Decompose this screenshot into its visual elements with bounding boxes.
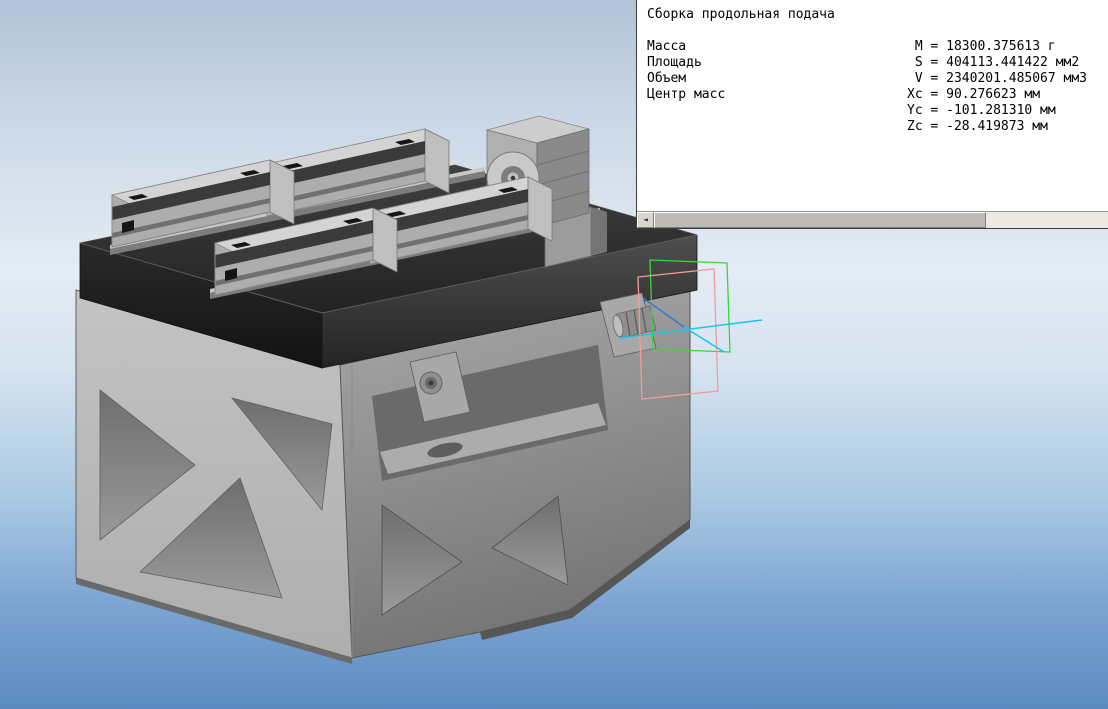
property-label bbox=[647, 119, 907, 135]
property-label bbox=[647, 103, 907, 119]
property-row-center-z: Zc = -28.419873 мм bbox=[647, 119, 1106, 135]
property-value: Yc = -101.281310 мм bbox=[907, 103, 1056, 118]
scroll-left-icon: ◄ bbox=[643, 215, 648, 224]
panel-title: Сборка продольная подача bbox=[647, 7, 835, 22]
property-row-volume: Объем V = 2340201.485067 мм3 bbox=[647, 71, 1106, 87]
property-row-center-y: Yc = -101.281310 мм bbox=[647, 103, 1106, 119]
property-value: Xc = 90.276623 мм bbox=[907, 87, 1041, 102]
mass-properties-panel: Сборка продольная подача Масса M = 18300… bbox=[636, 0, 1108, 229]
scrollbar-thumb[interactable] bbox=[654, 212, 986, 228]
property-row-area: Площадь S = 404113.441422 мм2 bbox=[647, 55, 1106, 71]
property-row-mass: Масса M = 18300.375613 г bbox=[647, 39, 1106, 55]
property-value: M = 18300.375613 г bbox=[907, 39, 1056, 54]
property-label: Масса bbox=[647, 39, 687, 54]
property-value: S = 404113.441422 мм2 bbox=[907, 55, 1080, 70]
scroll-left-button[interactable]: ◄ bbox=[637, 212, 654, 228]
mass-properties-list: Масса M = 18300.375613 г Площадь S = 404… bbox=[647, 39, 1106, 135]
property-label: Центр масс bbox=[647, 87, 726, 102]
property-value: V = 2340201.485067 мм3 bbox=[907, 71, 1088, 86]
property-row-center-x: Центр масс Xc = 90.276623 мм bbox=[647, 87, 1106, 103]
horizontal-scrollbar[interactable]: ◄ bbox=[637, 211, 1108, 228]
property-label: Объем bbox=[647, 71, 687, 86]
property-value: Zc = -28.419873 мм bbox=[907, 119, 1048, 134]
property-label: Площадь bbox=[647, 55, 702, 70]
